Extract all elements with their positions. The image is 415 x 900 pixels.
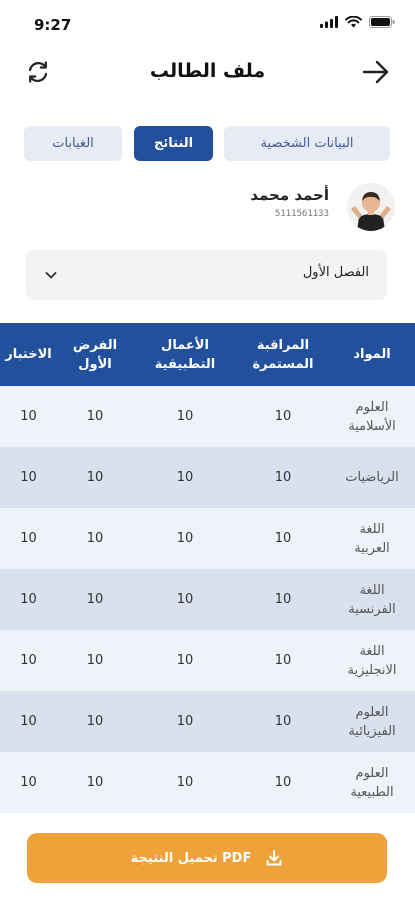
profile-tabs: البيانات الشخصية النتائج الغيابات: [24, 126, 390, 162]
table-row: الرياضيات 10 10 10 10: [0, 447, 415, 508]
cell-exam: 10: [20, 653, 37, 668]
cell-continuous-monitoring: 10: [274, 470, 292, 485]
cell-subject: العلوم الأسلامية: [348, 399, 396, 434]
grades-table: المواد المراقبة المستمرة الأعمال التطبيق…: [0, 323, 415, 813]
cell-exam: 10: [20, 531, 37, 546]
student-id: 5111561133: [274, 209, 329, 219]
cell-practical-work: 10: [176, 531, 194, 546]
tab-results[interactable]: النتائج: [134, 126, 213, 161]
cell-practical-work: 10: [176, 409, 194, 424]
tab-personal-data[interactable]: البيانات الشخصية: [224, 126, 390, 161]
app-header: ملف الطالب: [0, 50, 415, 94]
cell-practical-work: 10: [176, 775, 194, 790]
cell-subject: اللغة الانجليزية: [347, 643, 397, 678]
wifi-icon: [345, 16, 362, 28]
table-header: المواد المراقبة المستمرة الأعمال التطبيق…: [0, 323, 415, 386]
cell-continuous-monitoring: 10: [274, 409, 292, 424]
cell-continuous-monitoring: 10: [274, 531, 292, 546]
cell-exam: 10: [20, 775, 37, 790]
cell-first-assignment: 10: [86, 409, 104, 424]
cell-subject: اللغة العربية: [354, 521, 390, 556]
table-row: العلوم الطبيعية 10 10 10 10: [0, 752, 415, 813]
cell-first-assignment: 10: [86, 653, 104, 668]
column-header-practical-work: الأعمال التطبيقية: [154, 337, 216, 372]
cell-first-assignment: 10: [86, 775, 104, 790]
student-name: أحمد محمد: [250, 186, 329, 204]
cell-subject: الرياضيات: [345, 470, 399, 485]
cell-continuous-monitoring: 10: [274, 592, 292, 607]
page-title: ملف الطالب: [149, 60, 266, 82]
cell-continuous-monitoring: 10: [274, 775, 292, 790]
term-select[interactable]: الفصل الأول: [26, 250, 387, 300]
cell-exam: 10: [20, 714, 37, 729]
term-select-value: الفصل الأول: [302, 265, 369, 280]
download-pdf-button[interactable]: تحميل النتيجة PDF: [27, 833, 387, 883]
download-icon: [266, 850, 282, 866]
tab-absences[interactable]: الغيابات: [24, 126, 122, 161]
student-info: أحمد محمد 5111561133: [195, 180, 395, 231]
cell-subject: العلوم الفيزيائية: [348, 704, 396, 739]
column-header-first-assignment: الفرض الأول: [72, 337, 118, 372]
table-row: العلوم الفيزيائية 10 10 10 10: [0, 691, 415, 752]
column-header-subject: المواد: [353, 347, 391, 362]
cell-continuous-monitoring: 10: [274, 653, 292, 668]
table-row: العلوم الأسلامية 10 10 10 10: [0, 386, 415, 447]
avatar: [347, 183, 395, 231]
cell-first-assignment: 10: [86, 714, 104, 729]
cell-continuous-monitoring: 10: [274, 714, 292, 729]
column-header-continuous-monitoring: المراقبة المستمرة: [252, 337, 314, 372]
cell-exam: 10: [20, 409, 37, 424]
avatar-image: [347, 183, 395, 231]
cell-subject: اللغة الفرنسية: [348, 582, 396, 617]
cell-subject: العلوم الطبيعية: [350, 765, 394, 800]
table-row: اللغة العربية 10 10 10 10: [0, 508, 415, 569]
cell-first-assignment: 10: [86, 531, 104, 546]
cell-practical-work: 10: [176, 470, 194, 485]
cell-exam: 10: [20, 470, 37, 485]
table-row: اللغة الانجليزية 10 10 10 10: [0, 630, 415, 691]
arrow-right-icon: [362, 60, 389, 84]
table-row: اللغة الفرنسية 10 10 10 10: [0, 569, 415, 630]
battery-icon: [369, 16, 395, 28]
chevron-down-icon: [45, 272, 57, 279]
status-time: 9:27: [34, 16, 72, 34]
download-pdf-label: تحميل النتيجة PDF: [130, 850, 252, 866]
cell-first-assignment: 10: [86, 592, 104, 607]
cell-exam: 10: [20, 592, 37, 607]
cell-practical-work: 10: [176, 714, 194, 729]
cell-practical-work: 10: [176, 653, 194, 668]
cell-first-assignment: 10: [86, 470, 104, 485]
signal-icon: [320, 16, 338, 28]
status-icons: [320, 16, 395, 28]
cell-practical-work: 10: [176, 592, 194, 607]
column-header-exam: الاختبار: [5, 347, 52, 362]
status-bar: 9:27: [0, 0, 415, 48]
back-button[interactable]: [361, 58, 391, 86]
